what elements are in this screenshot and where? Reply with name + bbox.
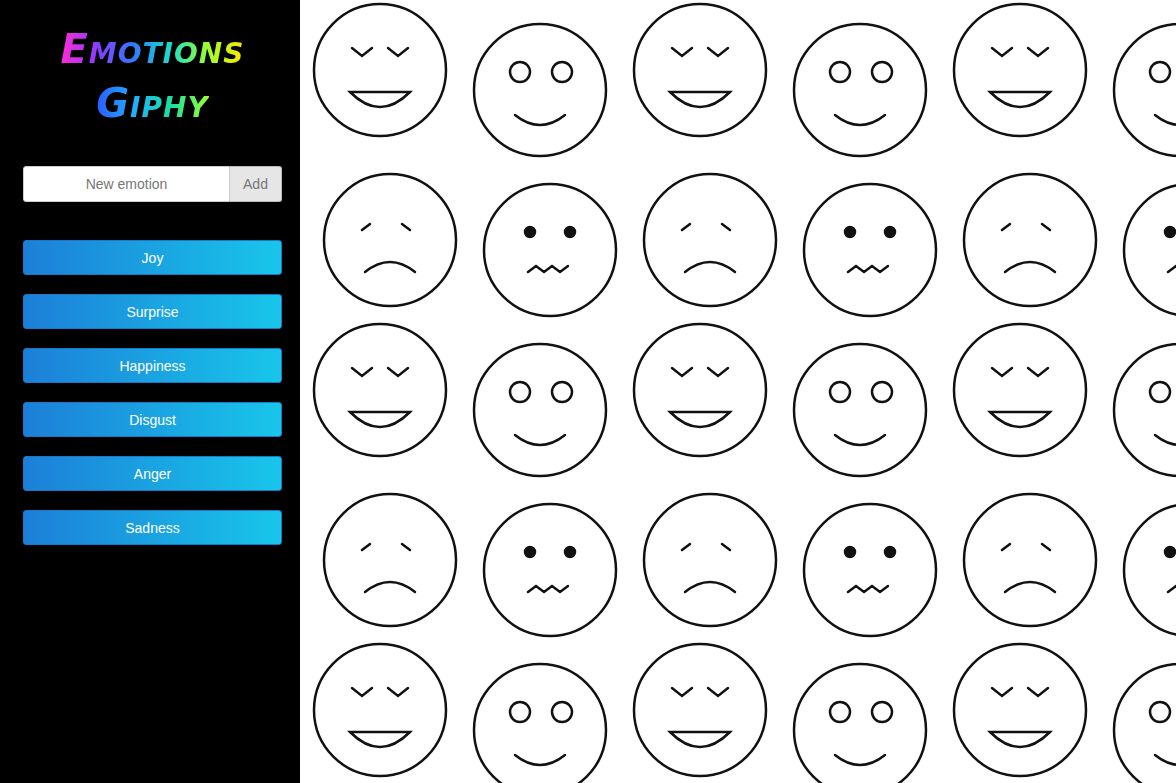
new-emotion-input[interactable] [23,166,230,202]
add-emotion-form: Add [23,166,282,202]
emotion-button[interactable]: Anger [23,456,282,491]
add-button[interactable]: Add [230,166,282,202]
title-line: Giphy [96,76,208,130]
emotion-button[interactable]: Disgust [23,402,282,437]
app-page: EmotionsGiphy Add Joy Surprise Happiness Disg… [0,0,1176,783]
emotion-button[interactable]: Joy [23,240,282,275]
emoji-background [300,0,1176,783]
emotion-list: Joy Surprise Happiness Disgust Anger Sadness [23,240,282,545]
sidebar: EmotionsGiphy Add Joy Surprise Happiness Disg… [0,0,300,783]
title-line: Emotions [61,22,245,76]
emoji-pattern-icon [300,0,1176,783]
emotion-button[interactable]: Sadness [23,510,282,545]
app-title: EmotionsGiphy [23,22,282,130]
emotion-button[interactable]: Happiness [23,348,282,383]
emotion-button[interactable]: Surprise [23,294,282,329]
